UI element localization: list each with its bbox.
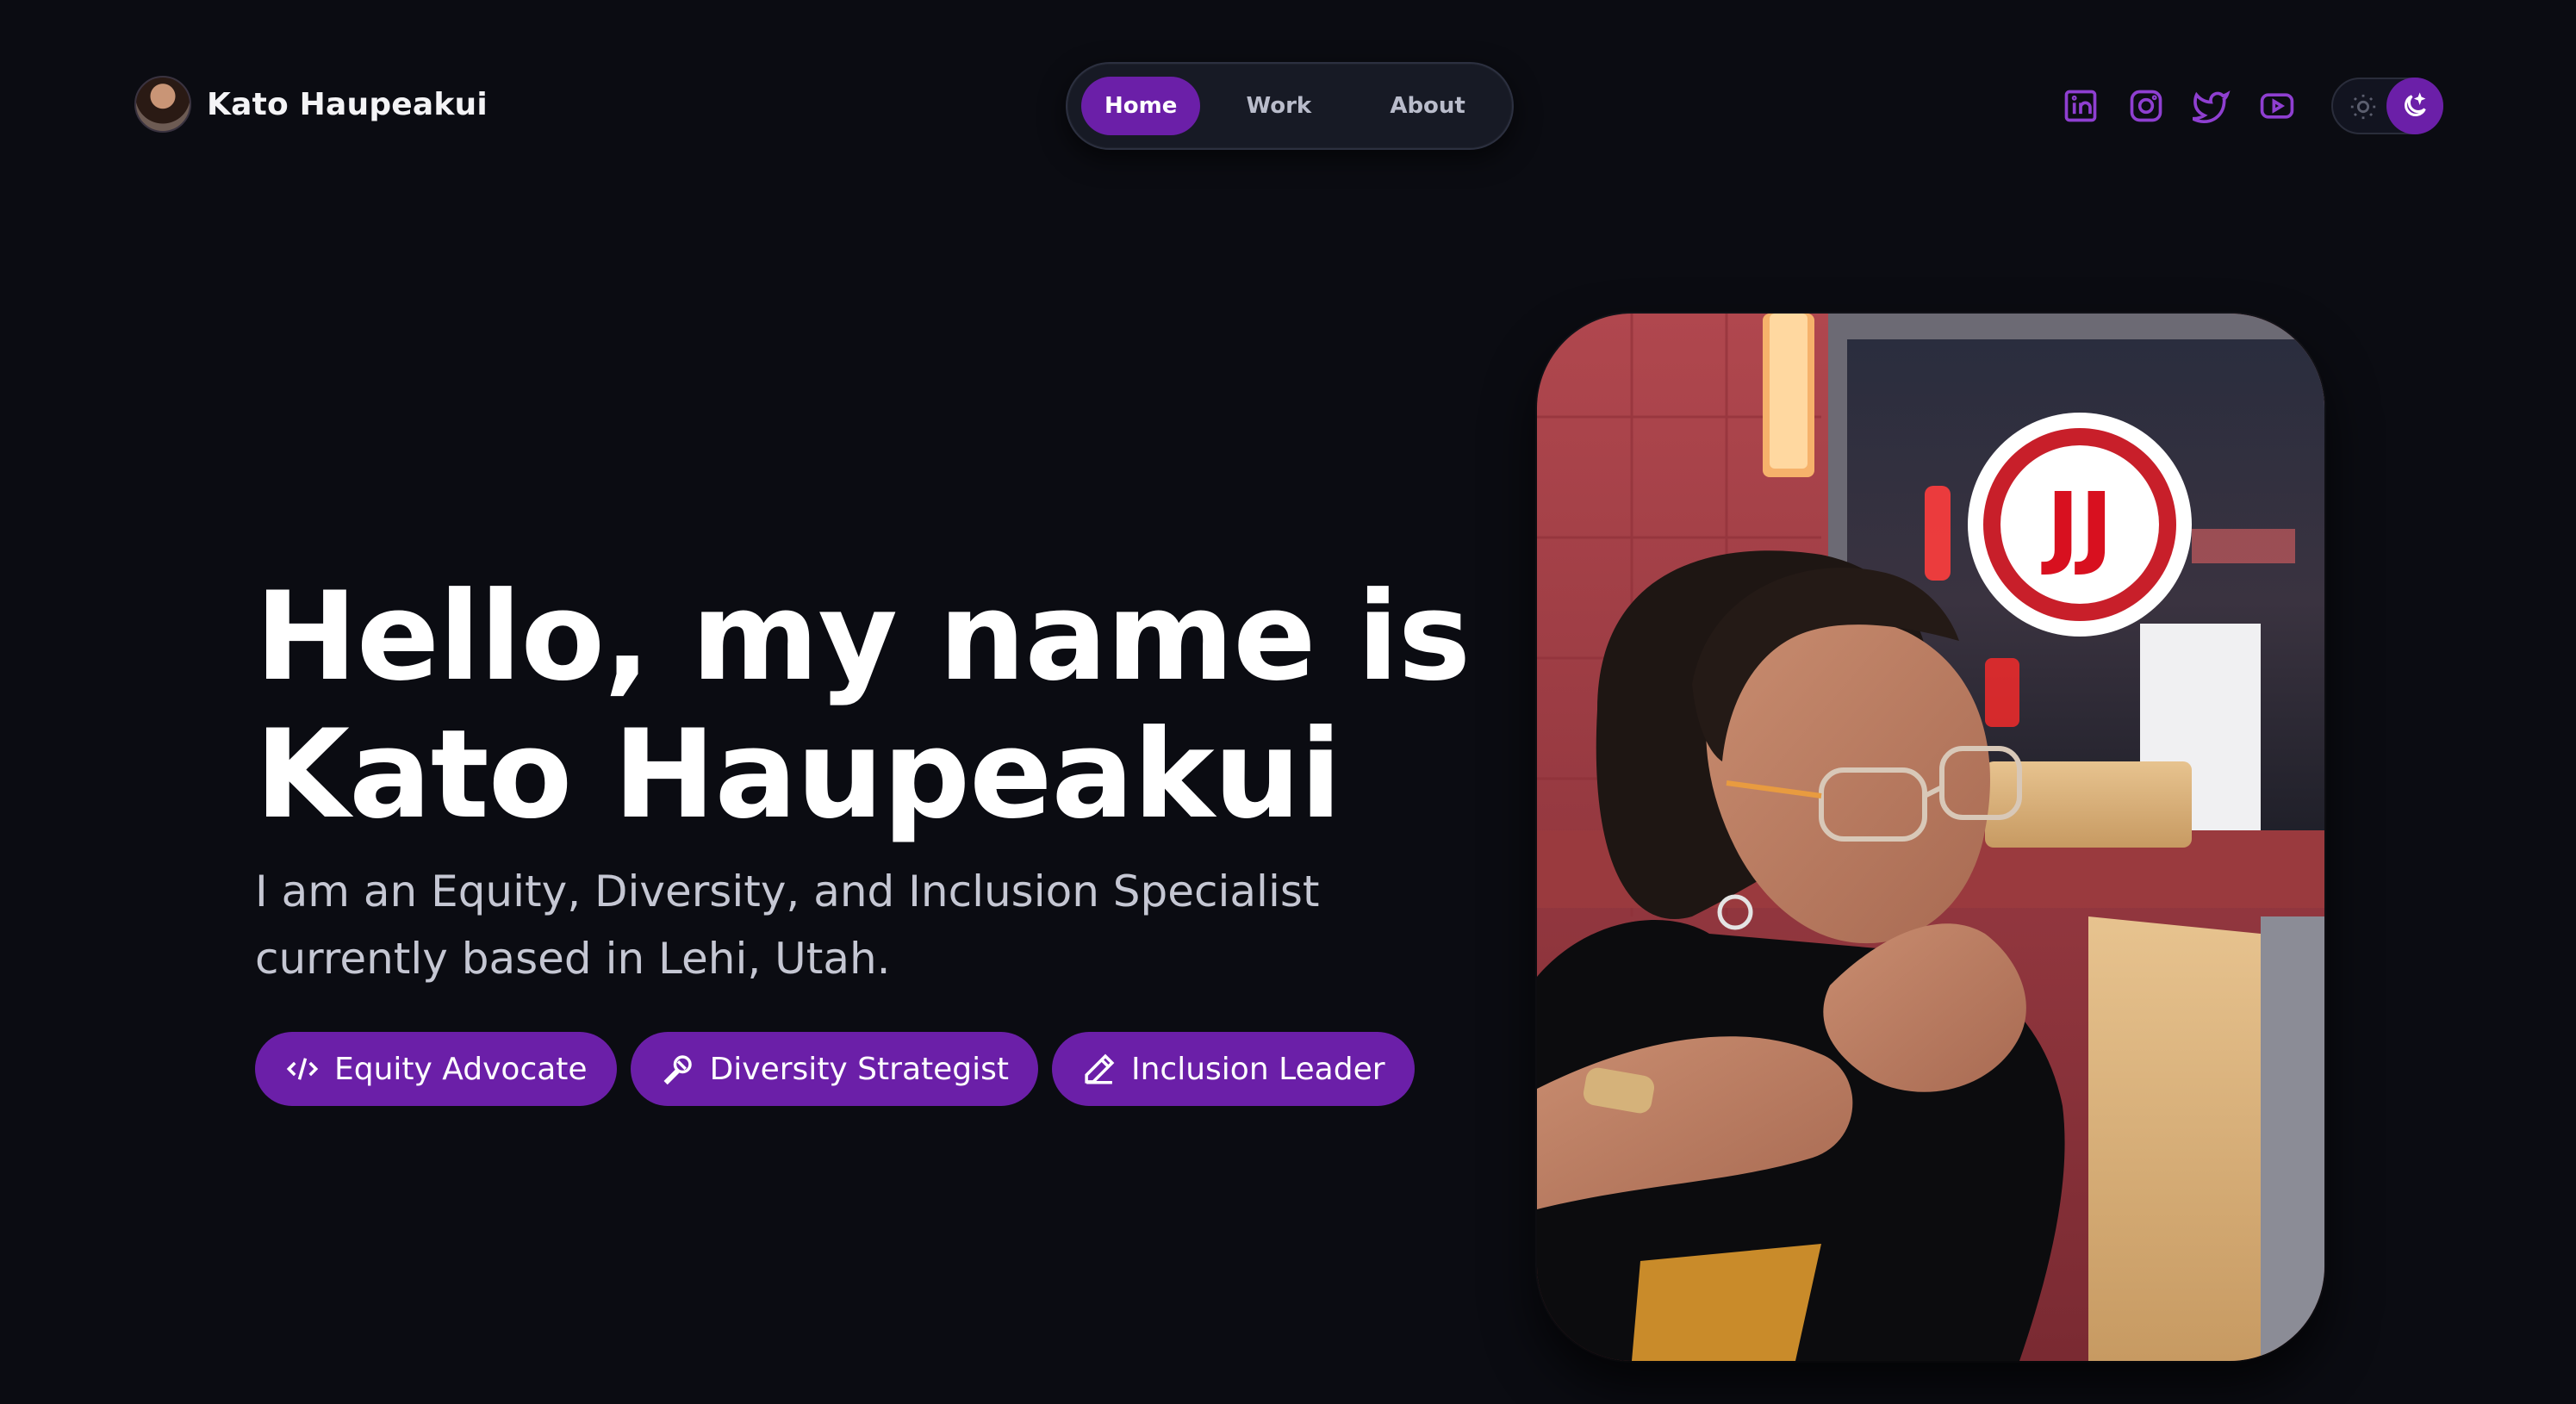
- profile-photo: JJ: [1537, 314, 2324, 1361]
- brand-name: Kato Haupeakui: [207, 86, 488, 122]
- instagram-icon[interactable]: [2126, 86, 2166, 126]
- code-icon: [286, 1058, 319, 1080]
- twitter-icon[interactable]: [2192, 86, 2231, 126]
- microphone-icon: [663, 1055, 692, 1085]
- brand-link[interactable]: Kato Haupeakui: [134, 76, 488, 133]
- tag-inclusion-leader: Inclusion Leader: [1052, 1032, 1415, 1106]
- tag-label: Inclusion Leader: [1131, 1051, 1385, 1087]
- theme-toggle[interactable]: [2331, 78, 2443, 134]
- sign-text: JJ: [2041, 473, 2112, 578]
- nav-work[interactable]: Work: [1207, 77, 1350, 135]
- hero-title-line-2: Kato Haupeakui: [255, 704, 1341, 846]
- tag-diversity-strategist: Diversity Strategist: [630, 1032, 1038, 1106]
- main-nav: Home Work About: [1066, 62, 1514, 150]
- linkedin-icon[interactable]: [2061, 86, 2100, 126]
- tag-label: Equity Advocate: [334, 1051, 588, 1087]
- pencil-icon: [1085, 1053, 1115, 1084]
- page: Kato Haupeakui Home Work About Hello, my…: [0, 0, 2576, 1404]
- hero-title: Hello, my name is Kato Haupeakui: [255, 568, 1478, 844]
- youtube-icon[interactable]: [2257, 86, 2297, 126]
- nav-home[interactable]: Home: [1081, 77, 1201, 135]
- nav-about[interactable]: About: [1357, 77, 1498, 135]
- hero-title-line-1: Hello, my name is: [255, 566, 1471, 708]
- moon-icon: [2386, 78, 2443, 134]
- sun-icon: [2349, 92, 2378, 121]
- tag-equity-advocate: Equity Advocate: [255, 1032, 617, 1106]
- avatar: [134, 76, 191, 133]
- tag-label: Diversity Strategist: [709, 1051, 1009, 1087]
- role-tags: Equity Advocate Diversity Strategist Inc…: [255, 1032, 1415, 1106]
- social-links: [2061, 86, 2297, 126]
- hero-subtitle: I am an Equity, Diversity, and Inclusion…: [255, 867, 1320, 984]
